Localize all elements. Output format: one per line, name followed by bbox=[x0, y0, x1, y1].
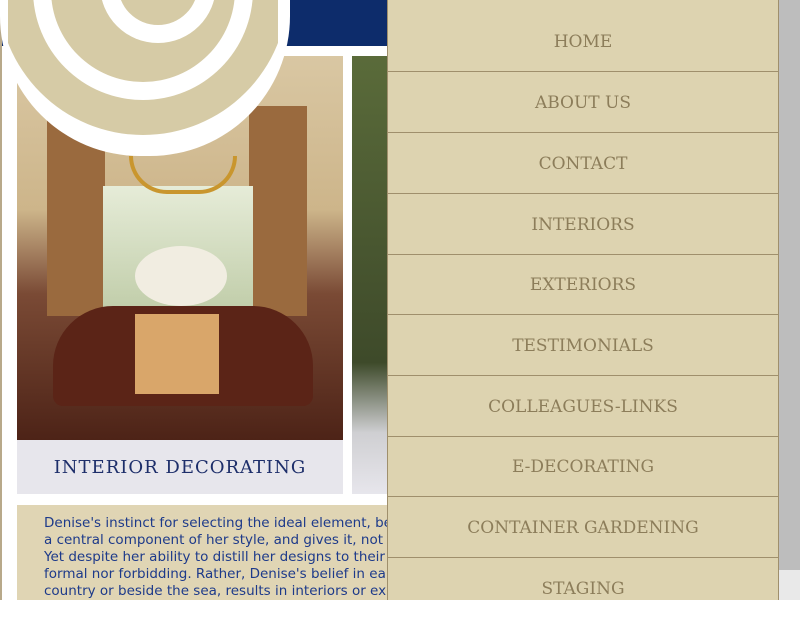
intro-line: formal nor forbidding. Rather, Denise's … bbox=[44, 566, 386, 582]
table-runner bbox=[135, 314, 219, 394]
intro-line: Yet despite her ability to distill her d… bbox=[44, 549, 385, 565]
nav-item-home[interactable]: HOME bbox=[388, 12, 778, 72]
flower-arrangement bbox=[135, 246, 227, 306]
exteriors-card[interactable] bbox=[352, 56, 392, 494]
spiral-logo-icon bbox=[8, 0, 278, 135]
left-border bbox=[0, 0, 2, 600]
intro-line: Denise's instinct for selecting the idea… bbox=[44, 515, 392, 531]
site-logo[interactable] bbox=[0, 0, 290, 156]
nav-item-e-decorating[interactable]: E-DECORATING bbox=[388, 437, 778, 497]
scrollbar-track[interactable] bbox=[778, 0, 800, 570]
intro-line: country or beside the sea, results in in… bbox=[44, 583, 387, 599]
nav-item-testimonials[interactable]: TESTIMONIALS bbox=[388, 316, 778, 376]
main-nav-menu: HOME ABOUT US CONTACT INTERIORS EXTERIOR… bbox=[387, 0, 779, 600]
nav-item-staging[interactable]: STAGING bbox=[388, 559, 778, 619]
nav-item-exteriors[interactable]: EXTERIORS bbox=[388, 255, 778, 315]
nav-item-interiors[interactable]: INTERIORS bbox=[388, 195, 778, 255]
card-caption: INTERIOR DECORATING bbox=[53, 456, 307, 478]
nav-item-colleagues-links[interactable]: COLLEAGUES-LINKS bbox=[388, 377, 778, 437]
nav-item-about-us[interactable]: ABOUT US bbox=[388, 73, 778, 133]
scrollbar-end bbox=[778, 570, 800, 600]
nav-item-contact[interactable]: CONTACT bbox=[388, 134, 778, 194]
intro-line: a central component of her style, and gi… bbox=[44, 532, 383, 548]
nav-item-container-gardening[interactable]: CONTAINER GARDENING bbox=[388, 498, 778, 558]
intro-paragraph: Denise's instinct for selecting the idea… bbox=[17, 505, 417, 600]
intro-text-box: Denise's instinct for selecting the idea… bbox=[17, 505, 417, 600]
